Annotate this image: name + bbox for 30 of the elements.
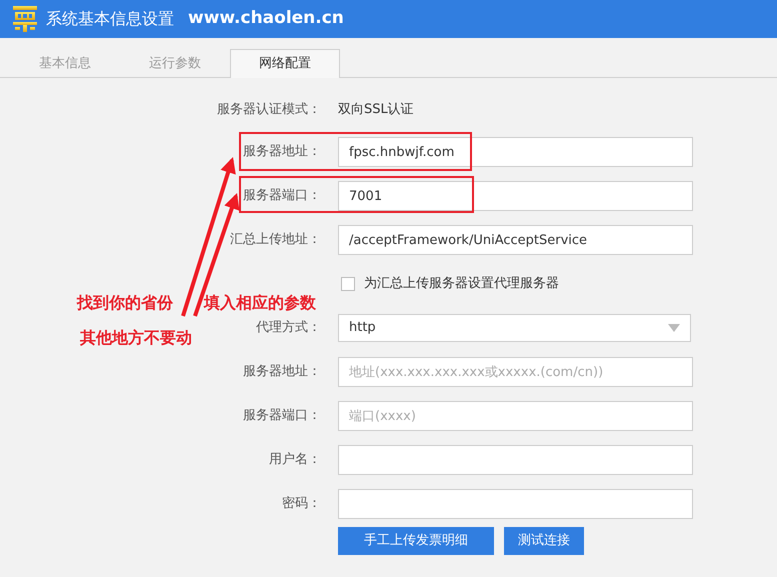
field-label: 汇总上传地址： — [230, 232, 321, 248]
field-label: 用户名： — [269, 452, 321, 468]
action-button[interactable]: 手工上传发票明细 — [338, 527, 494, 555]
action-button[interactable]: 测试连接 — [504, 527, 584, 555]
caret-icon — [668, 324, 680, 332]
field-value: 双向SSL认证 — [338, 102, 414, 118]
window-title: 系统基本信息设置 — [46, 8, 174, 30]
tab[interactable]: 网络配置 — [230, 49, 340, 78]
field-label: 服务器地址： — [243, 144, 321, 160]
input-field[interactable] — [338, 489, 693, 519]
input-field[interactable]: 7001 — [338, 181, 693, 211]
dropdown[interactable]: http — [338, 314, 691, 342]
input-field[interactable]: 端口(xxxx) — [338, 401, 693, 431]
annotation-text: 填入相应的参数 — [204, 292, 316, 314]
field-label: 服务器认证模式： — [217, 102, 321, 118]
field-label: 代理方式： — [256, 320, 321, 336]
checkbox[interactable] — [341, 277, 355, 291]
annotation-text: 其他地方不要动 — [80, 327, 192, 349]
input-field[interactable]: fpsc.hnbwjf.com — [338, 137, 693, 167]
field-label: 服务器端口： — [243, 188, 321, 204]
field-label: 密码： — [282, 496, 321, 512]
annotation-text: 找到你的省份 — [77, 292, 173, 314]
logo-icon — [12, 5, 38, 33]
checkbox-label: 为汇总上传服务器设置代理服务器 — [364, 275, 559, 294]
input-field[interactable]: 地址(xxx.xxx.xxx.xxx或xxxxx.(com/cn)) — [338, 357, 693, 387]
field-label: 服务器地址： — [243, 364, 321, 380]
input-field[interactable]: /acceptFramework/UniAcceptService — [338, 225, 693, 255]
field-label: 服务器端口： — [243, 408, 321, 424]
input-field[interactable] — [338, 445, 693, 475]
site-url: www.chaolen.cn — [188, 7, 344, 30]
